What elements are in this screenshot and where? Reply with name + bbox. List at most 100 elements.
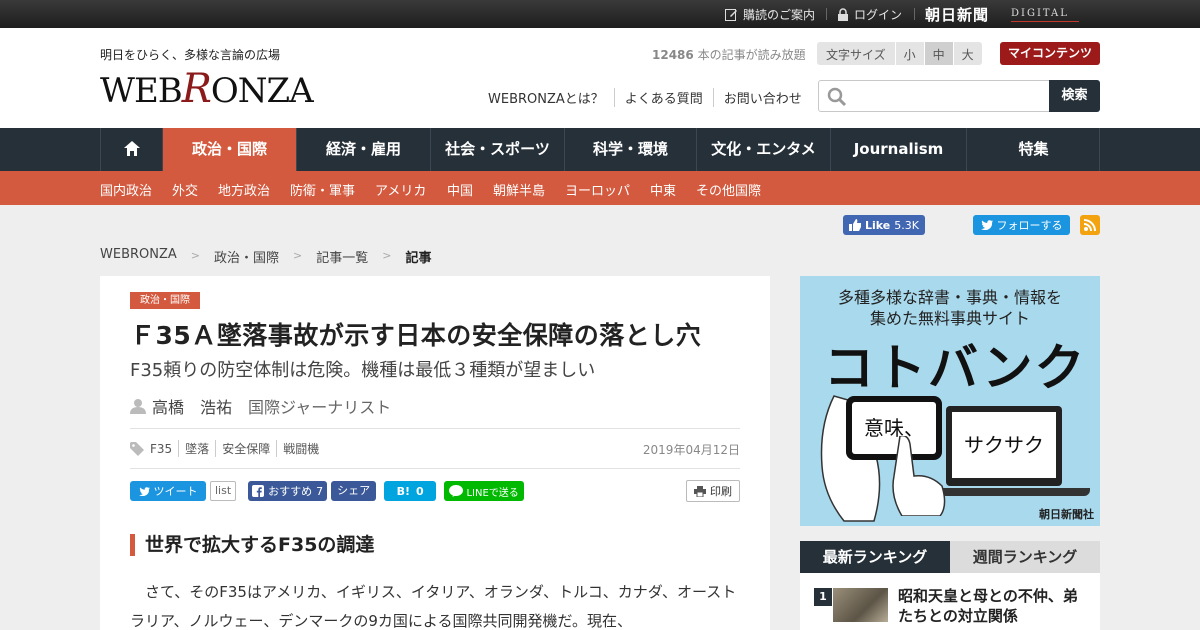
author-role: 国際ジャーナリスト bbox=[248, 398, 392, 417]
search-input[interactable] bbox=[853, 85, 1043, 107]
ranking-list: 1 昭和天皇と母との不仲、弟たちとの対立関係 bbox=[800, 573, 1100, 630]
top-bar: 購読のご案内 ログイン 朝日新聞 DIGITAL bbox=[0, 0, 1200, 28]
topbar-divider bbox=[914, 8, 915, 20]
facebook-recommend-button[interactable]: おすすめ 7 bbox=[248, 481, 328, 501]
rss-glyph bbox=[1083, 219, 1096, 232]
fb-recommend-count: 7 bbox=[316, 484, 324, 498]
font-size-medium[interactable]: 中 bbox=[923, 42, 953, 65]
subnav-local-politics[interactable]: 地方政治 bbox=[218, 180, 270, 199]
breadcrumb-separator: > bbox=[382, 249, 392, 262]
nav-journalism[interactable]: Journalism bbox=[830, 128, 966, 171]
contact-link[interactable]: お問い合わせ bbox=[712, 88, 812, 107]
font-size-small[interactable]: 小 bbox=[894, 42, 924, 65]
nav-end-divider bbox=[1099, 128, 1100, 171]
subscription-guide-label: 購読のご案内 bbox=[743, 8, 816, 22]
print-button[interactable]: 印刷 bbox=[686, 480, 740, 502]
nav-science-environment[interactable]: 科学・環境 bbox=[564, 128, 696, 171]
search-icon bbox=[827, 87, 847, 107]
font-size-selector: 文字サイズ 小 中 大 bbox=[817, 42, 982, 65]
kotobank-ad-banner[interactable]: 多種多様な辞書・事典・情報を 集めた無料事典サイト コトバンク 意味、 サクサク… bbox=[800, 276, 1100, 526]
breadcrumb-home[interactable]: WEBRONZA bbox=[100, 247, 177, 266]
person-icon bbox=[130, 399, 146, 414]
breadcrumb-category[interactable]: 政治・国際 bbox=[214, 247, 279, 266]
breadcrumb-article-list[interactable]: 記事一覧 bbox=[316, 247, 368, 266]
tab-weekly-ranking[interactable]: 週間ランキング bbox=[950, 541, 1100, 573]
subnav-other[interactable]: その他国際 bbox=[696, 180, 761, 199]
print-label: 印刷 bbox=[710, 485, 732, 498]
site-tagline: 明日をひらく、多様な言論の広場 bbox=[100, 48, 281, 62]
logo-text-r: R bbox=[181, 66, 212, 112]
article-title: Ｆ35Ａ墜落事故が示す日本の安全保障の落とし穴 bbox=[130, 321, 702, 350]
subnav-america[interactable]: アメリカ bbox=[375, 180, 426, 199]
ad-laptop-text: サクサク bbox=[952, 412, 1056, 478]
tag-item[interactable]: 墜落 bbox=[178, 440, 215, 457]
subnav-korea[interactable]: 朝鮮半島 bbox=[493, 180, 545, 199]
ad-laptop-base bbox=[940, 488, 1090, 496]
my-content-button[interactable]: マイコンテンツ bbox=[1000, 42, 1100, 65]
fb-like-label: Like bbox=[865, 218, 891, 232]
publish-date: 2019年04月12日 bbox=[642, 443, 740, 457]
login-link[interactable]: ログイン bbox=[837, 6, 902, 23]
rss-icon[interactable] bbox=[1080, 215, 1100, 235]
nav-economy[interactable]: 経済・雇用 bbox=[296, 128, 430, 171]
about-link[interactable]: WEBRONZAとは？ bbox=[488, 88, 614, 107]
subnav-diplomacy[interactable]: 外交 bbox=[172, 180, 198, 199]
facebook-like-button[interactable]: Like 5.3K bbox=[843, 215, 925, 235]
nav-home[interactable] bbox=[100, 128, 162, 171]
read-count-suffix: 本の記事が読み放題 bbox=[693, 48, 806, 62]
ad-line-2: 集めた無料事典サイト bbox=[869, 309, 1030, 328]
category-badge[interactable]: 政治・国際 bbox=[130, 292, 200, 309]
hatena-label: B! bbox=[396, 484, 411, 498]
rank-thumbnail[interactable] bbox=[833, 588, 888, 622]
article-body: さて、そのF35はアメリカ、イギリス、イタリア、オランダ、トルコ、カナダ、オース… bbox=[130, 583, 737, 630]
line-share-button[interactable]: LINEで送る bbox=[444, 481, 525, 501]
search-button[interactable]: 検索 bbox=[1049, 80, 1100, 112]
hatena-bookmark-button[interactable]: B! 0 bbox=[384, 481, 437, 501]
ranking-tabs: 最新ランキング 週間ランキング bbox=[800, 541, 1100, 573]
logo-text-post: ONZA bbox=[210, 71, 314, 111]
subnav-defense[interactable]: 防衛・軍事 bbox=[290, 180, 355, 199]
nav-features[interactable]: 特集 bbox=[966, 128, 1100, 171]
section-heading: 世界で拡大するF35の調達 bbox=[130, 534, 374, 556]
nav-society-sports[interactable]: 社会・スポーツ bbox=[430, 128, 564, 171]
tag-item[interactable]: 戦闘機 bbox=[276, 440, 325, 457]
rank-title[interactable]: 昭和天皇と母との不仲、弟たちとの対立関係 bbox=[898, 586, 1088, 626]
line-label: LINEで送る bbox=[466, 487, 519, 499]
subnav-china[interactable]: 中国 bbox=[447, 180, 473, 199]
subscription-guide-link[interactable]: 購読のご案内 bbox=[725, 6, 815, 23]
tag-item[interactable]: 安全保障 bbox=[215, 440, 276, 457]
twitter-list-button[interactable]: list bbox=[210, 481, 237, 501]
breadcrumb-separator: > bbox=[293, 249, 303, 262]
subnav-middle-east[interactable]: 中東 bbox=[650, 180, 676, 199]
search-box: 検索 bbox=[818, 80, 1100, 112]
line-icon bbox=[449, 485, 464, 497]
webronza-logo[interactable]: WEBRONZA bbox=[100, 66, 314, 112]
article-subtitle: F35頼りの防空体制は危険。機種は最低３種類が望ましい bbox=[130, 360, 596, 381]
tweet-button[interactable]: ツイート bbox=[130, 481, 206, 501]
share-bar: ツイート list おすすめ 7 シェア B! 0 LINEで送る bbox=[130, 481, 525, 501]
fb-like-count: 5.3K bbox=[894, 218, 919, 232]
subnav-europe[interactable]: ヨーロッパ bbox=[565, 180, 630, 199]
facebook-share-button[interactable]: シェア bbox=[331, 481, 377, 501]
site-header: 明日をひらく、多様な言論の広場 WEBRONZA 12486 本の記事が読み放題… bbox=[0, 28, 1200, 128]
divider bbox=[130, 428, 740, 429]
nav-culture-entertainment[interactable]: 文化・エンタメ bbox=[696, 128, 830, 171]
tag-item[interactable]: F35 bbox=[146, 442, 178, 456]
twitter-follow-button[interactable]: フォローする bbox=[973, 215, 1070, 235]
edit-icon bbox=[725, 9, 737, 21]
subnav-domestic[interactable]: 国内政治 bbox=[100, 180, 152, 199]
font-size-large[interactable]: 大 bbox=[952, 42, 982, 65]
sub-nav: 国内政治 外交 地方政治 防衛・軍事 アメリカ 中国 朝鮮半島 ヨーロッパ 中東… bbox=[0, 171, 1200, 205]
author-name[interactable]: 高橋 浩祐 bbox=[152, 394, 232, 418]
tab-latest-ranking[interactable]: 最新ランキング bbox=[800, 541, 950, 573]
twitter-follow-label: フォローする bbox=[996, 219, 1063, 232]
nav-politics[interactable]: 政治・国際 bbox=[162, 128, 296, 171]
facebook-icon bbox=[252, 485, 265, 497]
login-label: ログイン bbox=[854, 8, 903, 22]
faq-link[interactable]: よくある質問 bbox=[613, 88, 713, 107]
asahi-brand-logo[interactable]: 朝日新聞 bbox=[925, 4, 989, 25]
home-icon bbox=[123, 140, 140, 156]
tweet-label: ツイート bbox=[153, 485, 198, 498]
topbar-divider bbox=[826, 8, 827, 20]
fb-recommend-label: おすすめ bbox=[268, 485, 313, 498]
